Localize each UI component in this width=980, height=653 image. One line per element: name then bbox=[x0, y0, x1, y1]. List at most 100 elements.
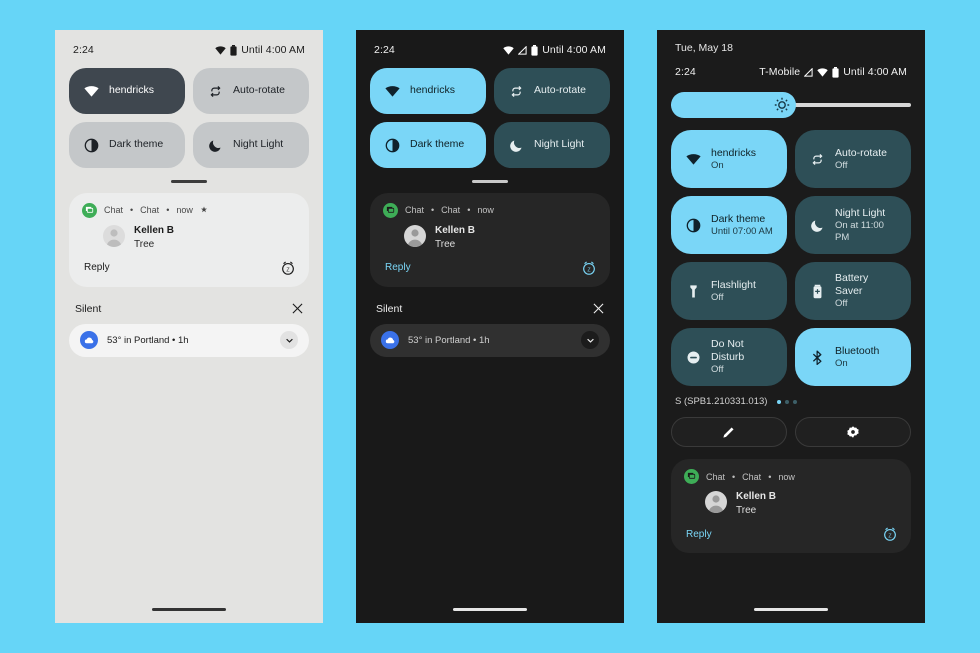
tile-auto-rotate[interactable]: Auto-rotate Off bbox=[795, 130, 911, 188]
wifi-icon bbox=[384, 85, 400, 97]
tile-label: Auto-rotate bbox=[233, 84, 285, 97]
avatar bbox=[103, 224, 125, 247]
tile-hendricks[interactable]: hendricks bbox=[69, 68, 185, 114]
reply-button[interactable]: Reply bbox=[383, 262, 411, 273]
close-icon[interactable] bbox=[593, 303, 604, 314]
tile-label: Auto-rotate bbox=[835, 146, 887, 159]
battery-icon bbox=[832, 66, 839, 78]
tile-text: Dark theme bbox=[410, 138, 464, 151]
drag-handle-row[interactable] bbox=[356, 168, 624, 193]
reply-button[interactable]: Reply bbox=[82, 262, 110, 273]
chevron-down-icon[interactable] bbox=[280, 331, 298, 349]
settings-button[interactable] bbox=[795, 417, 911, 447]
quick-settings-tiles: hendricks Auto-rotate Dark theme Night L… bbox=[356, 56, 624, 168]
brightness-icon[interactable] bbox=[774, 97, 790, 113]
wifi-icon bbox=[503, 45, 514, 55]
status-icons: T-Mobile Until 4:00 AM bbox=[759, 66, 907, 78]
tile-state: On at 11:00 PM bbox=[835, 219, 884, 243]
tile-dark-theme[interactable]: Dark theme Until 07:00 AM bbox=[671, 196, 787, 254]
flashlight-icon bbox=[685, 284, 701, 299]
separator-dot: • bbox=[166, 205, 170, 215]
weather-text: 53° in Portland • 1h bbox=[107, 334, 189, 346]
date-label: Tue, May 18 bbox=[675, 42, 733, 54]
notification-body: Kellen B Tree bbox=[684, 484, 898, 516]
tile-text: Night Light bbox=[534, 138, 584, 151]
weather-app-icon bbox=[381, 331, 399, 349]
tile-text: Auto-rotate bbox=[233, 84, 285, 97]
tile-text: hendricks bbox=[410, 84, 455, 97]
tile-flashlight[interactable]: Flashlight Off bbox=[671, 262, 787, 320]
battery-status-text: Until 4:00 AM bbox=[843, 66, 907, 78]
tile-text: hendricks On bbox=[711, 147, 756, 172]
notification-app-name: Chat bbox=[104, 205, 124, 215]
notification-card-weather[interactable]: 53° in Portland • 1h bbox=[370, 323, 610, 357]
notification-channel: Chat bbox=[742, 471, 762, 482]
tile-night-light[interactable]: Night Light bbox=[494, 122, 610, 168]
tile-night-light[interactable]: Night Light On at 11:00 PM bbox=[795, 196, 911, 254]
notification-message: Tree bbox=[435, 238, 456, 250]
notification-card-chat[interactable]: Chat • Chat • now Kellen B Tree Reply Z bbox=[671, 459, 911, 553]
notification-card-chat[interactable]: Chat • Chat • now Kellen B Tree Reply Z bbox=[370, 192, 610, 287]
date-row: Tue, May 18 bbox=[657, 30, 925, 54]
tile-hendricks[interactable]: hendricks bbox=[370, 68, 486, 114]
tile-dark-theme[interactable]: Dark theme bbox=[69, 122, 185, 168]
notification-time: now bbox=[778, 471, 795, 482]
tile-auto-rotate[interactable]: Auto-rotate bbox=[193, 68, 309, 114]
status-bar: 2:24 Until 4:00 AM bbox=[356, 30, 624, 56]
drag-handle-row[interactable] bbox=[55, 168, 323, 193]
weather-app-icon bbox=[80, 331, 98, 349]
tile-do-not-disturb[interactable]: Do Not Disturb Off bbox=[671, 328, 787, 386]
night-light-icon bbox=[207, 138, 223, 153]
status-icons: Until 4:00 AM bbox=[215, 44, 305, 56]
reply-button[interactable]: Reply bbox=[684, 529, 712, 540]
page-dot-1[interactable] bbox=[777, 399, 782, 404]
edit-button[interactable] bbox=[671, 417, 787, 447]
tile-state: Off bbox=[835, 298, 848, 310]
page-dot-3[interactable] bbox=[793, 399, 798, 404]
wifi-icon bbox=[215, 45, 226, 55]
page-indicator-dots[interactable] bbox=[777, 399, 798, 404]
notification-message: Tree bbox=[736, 505, 757, 516]
tile-battery-saver[interactable]: Battery Saver Off bbox=[795, 262, 911, 320]
notification-area: Chat • Chat • now Kellen B Tree R bbox=[657, 447, 925, 553]
chevron-down-icon[interactable] bbox=[581, 331, 599, 349]
tile-label: Dark theme bbox=[109, 138, 164, 151]
notification-sender: Kellen B bbox=[736, 491, 777, 502]
status-time: 2:24 bbox=[374, 44, 395, 56]
drag-handle[interactable] bbox=[472, 180, 508, 183]
notification-card-chat[interactable]: Chat • Chat • now Kellen B Tree Reply Z bbox=[69, 192, 309, 287]
home-indicator[interactable] bbox=[754, 608, 828, 611]
tile-label: Night Light bbox=[233, 138, 284, 151]
tile-state: Until 07:00 AM bbox=[711, 225, 773, 237]
tile-night-light[interactable]: Night Light bbox=[193, 122, 309, 168]
snooze-alarm-icon[interactable]: Z bbox=[280, 260, 296, 276]
status-bar: 2:24 Until 4:00 AM bbox=[55, 30, 323, 56]
page-dot-2[interactable] bbox=[785, 399, 790, 404]
dark-theme-icon bbox=[83, 138, 99, 153]
notification-text-block: Kellen B Tree bbox=[435, 225, 475, 250]
close-icon[interactable] bbox=[292, 303, 303, 314]
notification-card-weather[interactable]: 53° in Portland • 1h bbox=[69, 323, 309, 357]
brightness-slider[interactable] bbox=[671, 92, 911, 118]
tile-bluetooth[interactable]: Bluetooth On bbox=[795, 328, 911, 386]
signal-icon bbox=[518, 45, 527, 55]
tile-auto-rotate[interactable]: Auto-rotate bbox=[494, 68, 610, 114]
tile-text: Night Light bbox=[233, 138, 283, 151]
tile-label: hendricks bbox=[410, 84, 455, 97]
notification-channel: Chat bbox=[441, 205, 461, 215]
phone-expanded: Tue, May 18 2:24 T-Mobile Until 4:00 AM bbox=[657, 30, 925, 623]
pencil-icon bbox=[722, 425, 736, 439]
tile-dark-theme[interactable]: Dark theme bbox=[370, 122, 486, 168]
snooze-alarm-icon[interactable]: Z bbox=[581, 260, 597, 276]
svg-text:Z: Z bbox=[286, 267, 290, 273]
notification-header: Chat • Chat • now bbox=[82, 202, 296, 218]
tile-hendricks[interactable]: hendricks On bbox=[671, 130, 787, 188]
tile-state: Off bbox=[835, 159, 848, 171]
notification-sender: Kellen B bbox=[134, 224, 175, 236]
chat-app-icon bbox=[684, 469, 699, 484]
snooze-alarm-icon[interactable]: Z bbox=[882, 526, 898, 542]
tile-label: Flashlight bbox=[711, 278, 756, 291]
home-indicator[interactable] bbox=[152, 608, 226, 611]
home-indicator[interactable] bbox=[453, 608, 527, 611]
drag-handle[interactable] bbox=[171, 180, 207, 183]
